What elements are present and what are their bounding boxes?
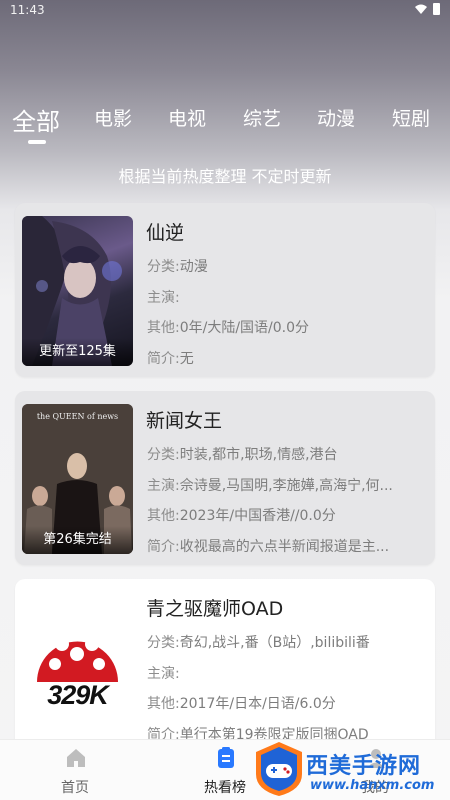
gamepad-shield-logo — [256, 742, 302, 796]
show-card[interactable]: the QUEEN of news 第26集完结 新闻女王 分类:时装,都市,职… — [15, 391, 435, 565]
show-card[interactable]: 329K 青之驱魔师OAD 分类:奇幻,战斗,番（B站）,bilibili番 主… — [15, 579, 435, 753]
cast-value: 佘诗曼,马国明,李施嬅,高海宁,何... — [179, 478, 393, 494]
category-tabs: 全部 电影 电视 综艺 动漫 短剧 — [0, 104, 450, 144]
show-title[interactable]: 仙逆 — [146, 218, 184, 245]
intro-row: 简介:收视最高的六点半新闻报道是主... — [147, 536, 417, 556]
poster-image[interactable]: the QUEEN of news 第26集完结 — [22, 404, 133, 554]
poster-logo-text: 329K — [47, 680, 109, 710]
wifi-icon — [415, 4, 427, 14]
intro-label: 简介: — [147, 351, 180, 367]
intro-value: 收视最高的六点半新闻报道是主... — [179, 539, 390, 555]
other-value: 0年/大陆/国语/0.0分 — [179, 320, 310, 336]
other-row: 其他:2023年/中国香港//0.0分 — [147, 505, 417, 525]
category-value: 奇幻,战斗,番（B站）,bilibili番 — [179, 635, 370, 651]
cast-row: 主演: — [147, 287, 417, 307]
poster-caption: the QUEEN of news — [36, 412, 119, 421]
category-value: 动漫 — [179, 259, 208, 275]
site-watermark: 西美手游网 www.hanxm.com — [250, 740, 450, 800]
tab-movie[interactable]: 电影 — [94, 104, 132, 131]
category-label: 分类: — [147, 635, 180, 651]
watermark-url: www.hanxm.com — [310, 778, 435, 793]
intro-label: 简介: — [147, 539, 180, 555]
poster-image[interactable]: 更新至125集 — [22, 216, 133, 366]
cast-row: 主演:佘诗曼,马国明,李施嬅,高海宁,何... — [147, 475, 417, 495]
category-label: 分类: — [147, 447, 180, 463]
status-time: 11:43 — [10, 3, 45, 17]
other-label: 其他: — [147, 320, 180, 336]
tab-tv[interactable]: 电视 — [168, 104, 206, 131]
show-title[interactable]: 青之驱魔师OAD — [146, 594, 283, 621]
category-row: 分类:时装,都市,职场,情感,港台 — [147, 444, 417, 464]
tab-anime[interactable]: 动漫 — [317, 104, 355, 131]
cast-row: 主演: — [147, 663, 417, 683]
film-reel-logo — [37, 626, 118, 682]
other-label: 其他: — [147, 508, 180, 524]
intro-row: 简介:无 — [147, 348, 417, 368]
cast-label: 主演: — [147, 666, 180, 682]
show-title[interactable]: 新闻女王 — [146, 406, 222, 433]
tab-short-drama[interactable]: 短剧 — [392, 104, 430, 131]
category-label: 分类: — [147, 259, 180, 275]
category-value: 时装,都市,职场,情感,港台 — [179, 447, 338, 463]
tab-all[interactable]: 全部 — [12, 102, 60, 137]
watermark-title: 西美手游网 — [306, 754, 422, 779]
status-bar: 11:43 — [0, 0, 450, 22]
other-value: 2023年/中国香港//0.0分 — [179, 508, 336, 524]
other-label: 其他: — [147, 696, 180, 712]
intro-value: 无 — [179, 351, 194, 367]
category-row: 分类:奇幻,战斗,番（B站）,bilibili番 — [147, 632, 417, 652]
status-icons — [415, 3, 440, 15]
category-row: 分类:动漫 — [147, 256, 417, 276]
other-value: 2017年/日本/日语/6.0分 — [179, 696, 336, 712]
nav-home-label: 首页 — [61, 780, 89, 796]
tab-variety[interactable]: 综艺 — [243, 104, 281, 131]
ranking-subtitle: 根据当前热度整理 不定时更新 — [118, 167, 332, 186]
episode-badge: 更新至125集 — [22, 338, 133, 366]
other-row: 其他:2017年/日本/日语/6.0分 — [147, 693, 417, 713]
nav-home[interactable]: 首页 — [25, 740, 125, 800]
poster-image[interactable]: 329K — [22, 592, 133, 742]
other-row: 其他:0年/大陆/国语/0.0分 — [147, 317, 417, 337]
home-icon — [67, 749, 85, 767]
cast-label: 主演: — [147, 290, 180, 306]
battery-icon — [433, 3, 440, 15]
hot-list-icon — [218, 747, 234, 768]
episode-badge: 第26集完结 — [22, 526, 133, 554]
active-tab-indicator — [28, 140, 46, 144]
show-card[interactable]: 更新至125集 仙逆 分类:动漫 主演: 其他:0年/大陆/国语/0.0分 简介… — [15, 203, 435, 377]
cast-label: 主演: — [147, 478, 180, 494]
